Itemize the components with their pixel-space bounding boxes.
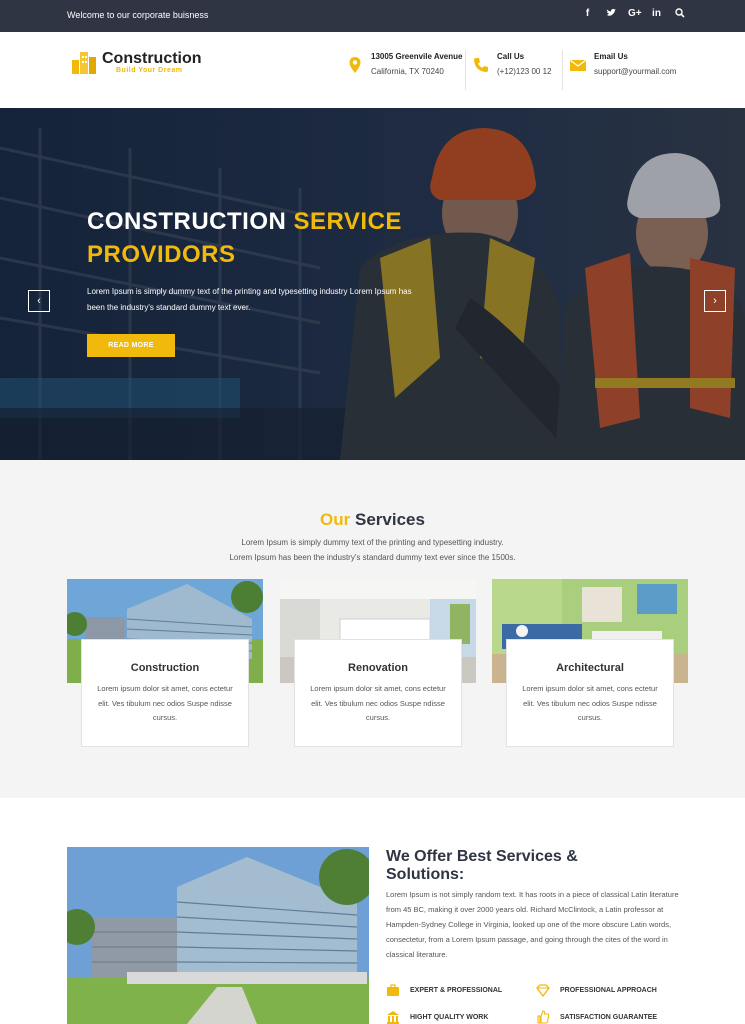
phone-block: Call Us (+12)123 00 12	[472, 52, 552, 76]
map-pin-icon	[349, 57, 361, 73]
thumbs-up-icon	[537, 1010, 550, 1024]
top-bar: Welcome to our corporate buisness f G+ i…	[0, 0, 745, 32]
slider-next-button[interactable]: ›	[704, 290, 726, 312]
feature-item: PROFESSIONAL APPROACH	[536, 983, 657, 997]
service-card-body: Construction Lorem ipsum dolor sit amet,…	[81, 639, 249, 747]
services-heading: Our Services	[0, 510, 745, 530]
welcome-text: Welcome to our corporate buisness	[67, 10, 209, 20]
address-line2: California, TX 70240	[371, 67, 444, 76]
envelope-icon	[570, 59, 586, 71]
feature-item: HIGHT QUALITY WORK	[386, 1010, 488, 1024]
services-section: Our Services Lorem Ipsum is simply dummy…	[0, 460, 745, 798]
site-logo[interactable]: Construction Build Your Dream	[70, 48, 202, 76]
phone-number[interactable]: (+12)123 00 12	[497, 67, 552, 76]
email-address[interactable]: support@yourmail.com	[594, 67, 676, 76]
feature-item: EXPERT & PROFESSIONAL	[386, 983, 502, 997]
service-card-body: Architectural Lorem ipsum dolor sit amet…	[506, 639, 674, 747]
hero-title-line1: CONSTRUCTION SERVICE	[87, 208, 402, 236]
feature-item: SATISFACTION GUARANTEE	[536, 1010, 657, 1024]
social-links: f G+ in	[582, 8, 685, 21]
feature-label: HIGHT QUALITY WORK	[410, 1013, 489, 1021]
google-plus-icon[interactable]: G+	[628, 8, 642, 21]
header-divider	[465, 50, 466, 90]
hero-title-accent: SERVICE	[293, 208, 402, 235]
slider-prev-button[interactable]: ‹	[28, 290, 50, 312]
services-subtitle-line2: Lorem Ipsum has been the industry's stan…	[229, 553, 516, 562]
email-label: Email Us	[594, 52, 628, 61]
feature-label: SATISFACTION GUARANTEE	[560, 1013, 658, 1021]
twitter-icon[interactable]	[605, 8, 616, 21]
logo-name: Construction	[102, 49, 202, 67]
services-subtitle-line1: Lorem Ipsum is simply dummy text of the …	[241, 538, 504, 547]
hero-slider: CONSTRUCTION SERVICE PROVIDORS Lorem Ips…	[0, 108, 745, 460]
facebook-icon[interactable]: f	[582, 8, 593, 21]
chevron-right-icon: ›	[713, 295, 717, 307]
feature-label: PROFESSIONAL APPROACH	[560, 986, 657, 994]
phone-icon	[474, 58, 488, 72]
feature-label: EXPERT & PROFESSIONAL	[410, 986, 503, 994]
linkedin-icon[interactable]: in	[651, 8, 662, 21]
service-card-title: Construction	[130, 662, 200, 674]
read-more-button[interactable]: READ MORE	[87, 334, 175, 357]
service-card-text: Lorem ipsum dolor sit amet, cons ectetur…	[310, 684, 446, 722]
email-block: Email Us support@yourmail.com	[569, 52, 676, 76]
address-block: 13005 Greenvile Avenue California, TX 70…	[346, 52, 462, 76]
buildings-icon	[72, 52, 96, 74]
service-card-title: Architectural	[556, 662, 624, 674]
offer-building-image	[67, 847, 369, 1024]
search-icon[interactable]	[674, 8, 685, 21]
services-heading-accent: Our	[320, 510, 351, 529]
service-card-renovation[interactable]: Renovation Lorem ipsum dolor sit amet, c…	[280, 579, 476, 749]
offer-description: Lorem Ipsum is not simply random text. I…	[386, 890, 679, 959]
service-card-text: Lorem ipsum dolor sit amet, cons ectetur…	[522, 684, 658, 722]
logo-tagline: Build Your Dream	[116, 66, 183, 74]
bank-icon	[387, 1011, 399, 1024]
service-card-title: Renovation	[348, 662, 408, 674]
hero-description: Lorem Ipsum is simply dummy text of the …	[87, 287, 412, 312]
address-line1: 13005 Greenvile Avenue	[371, 52, 463, 61]
service-card-body: Renovation Lorem ipsum dolor sit amet, c…	[294, 639, 462, 747]
offer-title: We Offer Best Services & Solutions:	[386, 848, 578, 883]
services-heading-rest: Services	[355, 510, 425, 529]
service-card-architectural[interactable]: Architectural Lorem ipsum dolor sit amet…	[492, 579, 688, 749]
services-subtitle: Lorem Ipsum is simply dummy text of the …	[0, 535, 745, 565]
service-card-text: Lorem ipsum dolor sit amet, cons ectetur…	[97, 684, 233, 722]
phone-label: Call Us	[497, 52, 525, 61]
diamond-icon	[536, 984, 550, 997]
site-header: Construction Build Your Dream 13005 Gree…	[0, 32, 745, 108]
service-card-construction[interactable]: Construction Lorem ipsum dolor sit amet,…	[67, 579, 263, 749]
briefcase-icon	[387, 984, 399, 996]
chevron-left-icon: ‹	[37, 295, 41, 307]
hero-title-line2: PROVIDORS	[87, 241, 236, 268]
header-divider	[562, 50, 563, 90]
hero-title-white: CONSTRUCTION	[87, 208, 287, 235]
